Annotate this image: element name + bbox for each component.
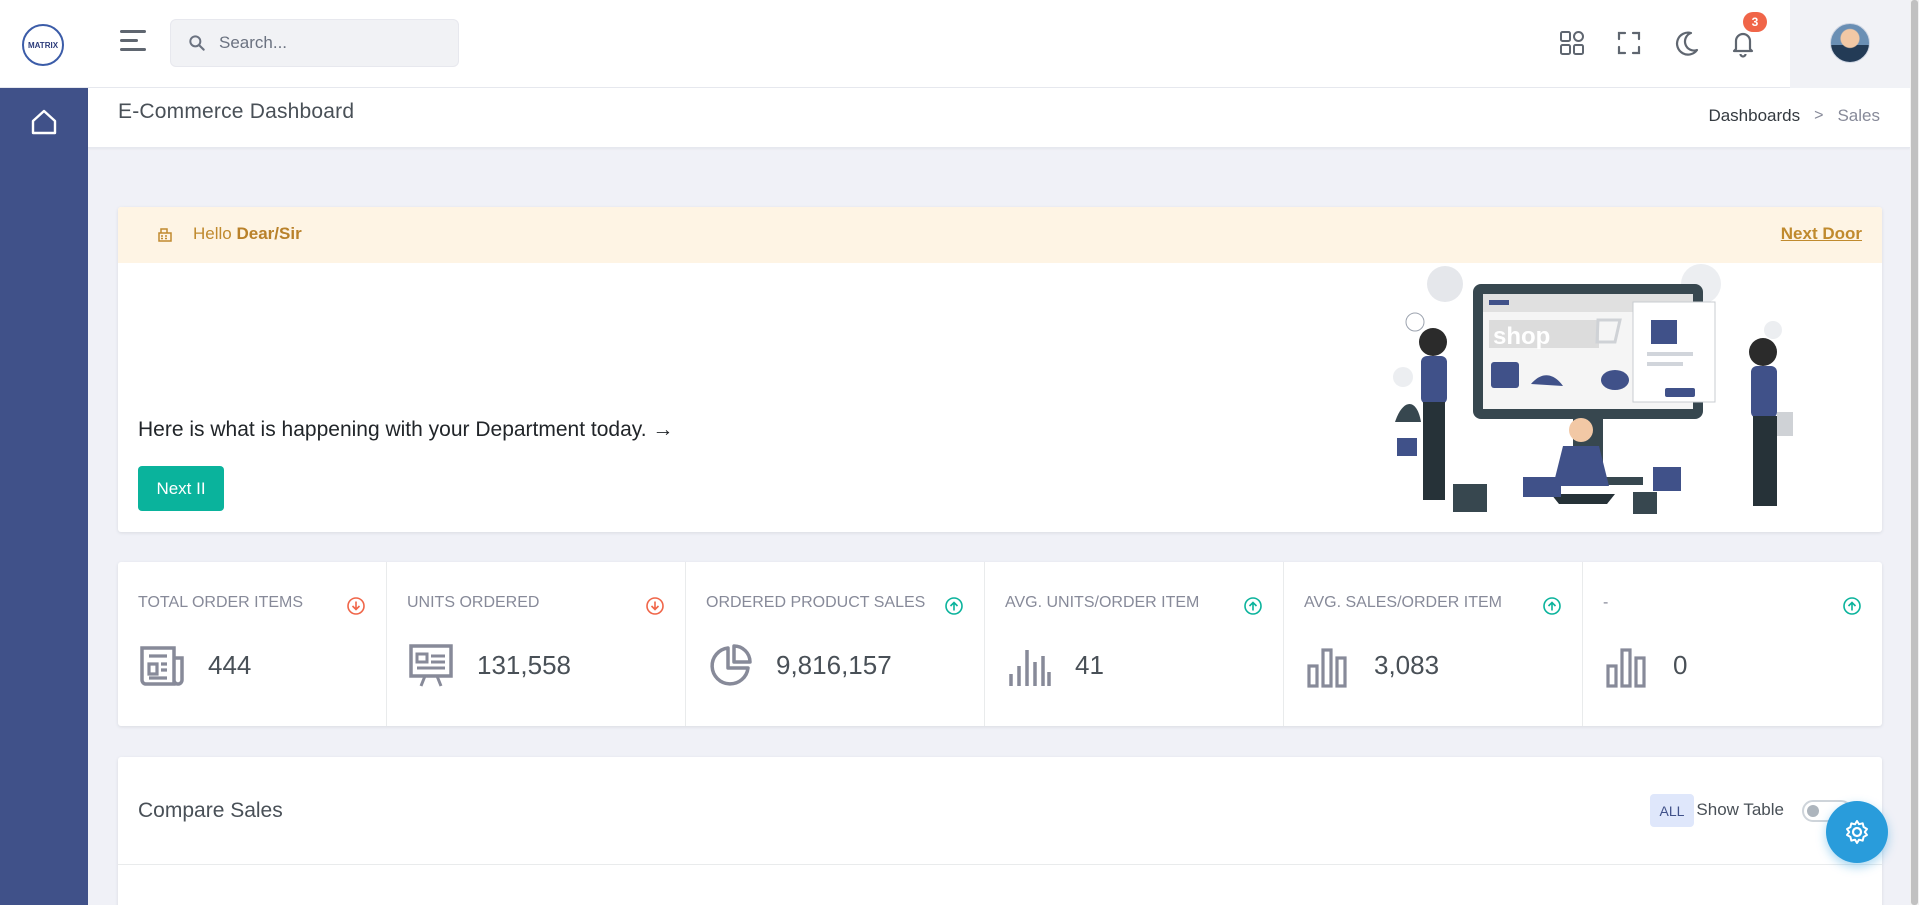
sidebar bbox=[0, 88, 88, 905]
logo-text: MATRIX bbox=[27, 40, 59, 50]
scrollbar-thumb[interactable] bbox=[1911, 0, 1918, 905]
greeting-text: Hello Dear/Sir bbox=[193, 224, 302, 244]
stat-avg-sales-order-item: AVG. SALES/ORDER ITEM 3,083 bbox=[1284, 562, 1583, 726]
welcome-message: Here is what is happening with your Depa… bbox=[138, 418, 674, 441]
menu-toggle-button[interactable] bbox=[120, 30, 150, 56]
bar-chart-icon bbox=[1307, 648, 1347, 688]
bell-icon[interactable] bbox=[1728, 28, 1758, 58]
presentation-icon bbox=[409, 644, 453, 687]
home-icon[interactable] bbox=[29, 107, 59, 137]
moon-icon[interactable] bbox=[1671, 28, 1701, 58]
greeting-name: Dear/Sir bbox=[236, 224, 302, 243]
stat-empty: - 0 bbox=[1583, 562, 1882, 726]
stat-label: UNITS ORDERED bbox=[407, 594, 540, 611]
stat-value: 444 bbox=[208, 650, 252, 680]
arrow-up-circle-icon bbox=[1843, 597, 1861, 615]
stat-label: TOTAL ORDER ITEMS bbox=[138, 594, 304, 611]
stat-value: 9,816,157 bbox=[776, 650, 892, 680]
top-header: MATRIX 3 bbox=[0, 0, 1910, 88]
greeting-alert: Hello Dear/Sir Next Door bbox=[118, 207, 1882, 263]
arrow-up-circle-icon bbox=[945, 597, 963, 615]
illustration-text: shop bbox=[1493, 323, 1550, 350]
stat-ordered-product-sales: ORDERED PRODUCT SALES 9,816,157 bbox=[686, 562, 985, 726]
stat-units-ordered: UNITS ORDERED 131,558 bbox=[387, 562, 686, 726]
welcome-card: Hello Dear/Sir Next Door Here is what is… bbox=[118, 207, 1882, 532]
breadcrumb-separator: > bbox=[1814, 107, 1824, 124]
arrow-up-circle-icon bbox=[1244, 597, 1262, 615]
apps-grid-icon[interactable] bbox=[1557, 28, 1587, 58]
next-door-link[interactable]: Next Door bbox=[1781, 224, 1862, 244]
compare-sales-title: Compare Sales bbox=[138, 799, 283, 822]
page-title: E-Commerce Dashboard bbox=[118, 100, 355, 123]
shop-illustration: shop bbox=[1393, 264, 1793, 514]
breadcrumb-dashboards-link[interactable]: Dashboards bbox=[1708, 106, 1800, 126]
cash-register-icon bbox=[158, 228, 172, 242]
search-icon bbox=[189, 35, 205, 51]
fullscreen-icon[interactable] bbox=[1614, 28, 1644, 58]
breadcrumb-current: Sales bbox=[1837, 106, 1880, 125]
search-input[interactable] bbox=[219, 20, 449, 66]
arrow-down-circle-icon bbox=[646, 597, 664, 615]
user-menu[interactable] bbox=[1790, 0, 1910, 88]
next-button[interactable]: Next II bbox=[138, 466, 224, 511]
stat-total-order-items: TOTAL ORDER ITEMS 444 bbox=[118, 562, 387, 726]
stat-label: AVG. SALES/ORDER ITEM bbox=[1304, 594, 1502, 611]
stat-label: ORDERED PRODUCT SALES bbox=[706, 594, 926, 611]
newspaper-icon bbox=[140, 646, 184, 686]
all-filter-button[interactable]: ALL bbox=[1650, 794, 1694, 827]
search-box bbox=[170, 19, 459, 67]
arrow-up-circle-icon bbox=[1543, 597, 1561, 615]
show-table-label: Show Table bbox=[1696, 800, 1784, 819]
notification-badge: 3 bbox=[1743, 12, 1767, 32]
stat-label: AVG. UNITS/ORDER ITEM bbox=[1005, 594, 1200, 611]
bar-lines-icon bbox=[1009, 650, 1051, 686]
stat-value: 131,558 bbox=[477, 650, 571, 680]
stat-value: 41 bbox=[1075, 650, 1104, 680]
settings-button[interactable] bbox=[1826, 801, 1888, 863]
page-scrollbar[interactable] bbox=[1910, 0, 1919, 905]
compare-sales-card: Compare Sales ALL Show Table bbox=[118, 757, 1882, 905]
greeting-prefix: Hello bbox=[193, 224, 232, 243]
stat-value: 3,083 bbox=[1374, 650, 1440, 680]
stat-avg-units-order-item: AVG. UNITS/ORDER ITEM 41 bbox=[985, 562, 1284, 726]
pie-chart-icon bbox=[710, 644, 752, 686]
logo[interactable]: MATRIX bbox=[22, 24, 64, 66]
compare-sales-header: Compare Sales ALL Show Table bbox=[118, 757, 1882, 865]
stat-label: - bbox=[1603, 594, 1609, 611]
bar-chart-icon bbox=[1606, 648, 1646, 688]
breadcrumb: Dashboards > Sales bbox=[1708, 106, 1880, 126]
stats-row: TOTAL ORDER ITEMS 444 UNITS ORDERED 131,… bbox=[118, 562, 1882, 726]
arrow-down-circle-icon bbox=[347, 597, 365, 615]
avatar[interactable] bbox=[1830, 23, 1870, 63]
stat-value: 0 bbox=[1673, 650, 1688, 680]
gear-icon bbox=[1846, 820, 1868, 844]
menu-icon bbox=[120, 30, 146, 33]
page-title-bar: E-Commerce Dashboard Dashboards > Sales bbox=[88, 88, 1910, 148]
